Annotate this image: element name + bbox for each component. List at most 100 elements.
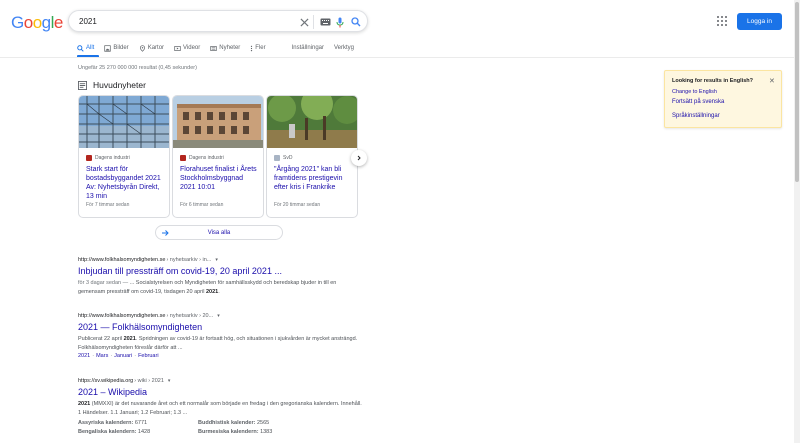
tab-label: Videor [183,45,201,51]
sitelink[interactable]: 2021 [78,353,90,359]
image-icon [104,44,111,52]
tab-label: Fler [255,45,266,51]
close-icon[interactable] [297,15,311,29]
tab-images[interactable]: Bilder [104,43,129,53]
snippet-highlight: 2021 [78,401,91,407]
wiki-facts: Assyriska kalendern: 6771 Buddhistisk ka… [78,419,363,437]
result-url[interactable]: http://www.folkhalsomyndigheten.se › nyh… [78,257,363,263]
result-snippet: 2021 (MMXXI) är det nuvarande året och e… [78,400,363,417]
search-result: http://www.folkhalsomyndigheten.se › nyh… [78,313,363,359]
fact-label: Bengaliska kalendern: [78,429,137,435]
apps-grid-icon[interactable] [717,16,727,26]
chevron-down-icon[interactable]: ▾ [215,257,218,263]
news-source: SvD [274,155,292,161]
search-icon[interactable] [349,15,363,29]
snippet-text: (MMXXI) är det nuvarande året och ett no… [78,401,362,416]
news-card[interactable]: Dagens industri Florahuset finalist i År… [172,95,264,218]
news-card[interactable]: Dagens industri Stark start för bostadsb… [78,95,170,218]
result-url[interactable]: http://www.folkhalsomyndigheten.se › nyh… [78,313,363,319]
snippet-text: Publicerat 22 april [78,336,124,342]
tab-news[interactable]: Nyheter [210,43,240,53]
result-title[interactable]: 2021 — Folkhälsomyndigheten [78,322,363,333]
search-result: http://www.folkhalsomyndigheten.se › nyh… [78,257,363,296]
fact: Bengaliska kalendern: 1428 [78,428,198,437]
fact: Burmesiska kalendern: 1383 [198,428,348,437]
sitelink[interactable]: Januari [114,353,132,359]
arrow-right-icon [162,230,169,236]
search-divider [313,15,314,29]
news-image-vineyard [267,96,357,148]
video-icon [174,45,181,51]
search-box[interactable] [68,10,368,32]
news-source-name: Dagens industri [189,155,224,161]
snippet-highlight: 2021 [123,336,136,342]
news-image-building [173,96,263,148]
tab-videos[interactable]: Videor [174,43,200,53]
news-source-name: SvD [283,155,293,161]
tab-label: Inställningar [291,45,324,51]
result-date: för 3 dagar sedan — [78,280,129,286]
result-path: › wiki › 2021 [134,378,164,384]
result-path: › nyhetsarkiv › 20... [166,313,214,319]
top-stories-title: Huvudnyheter [93,80,146,90]
scrollbar-thumb[interactable] [795,2,799,182]
news-source: Dagens industri [180,155,224,161]
language-settings-link[interactable]: Språkinställningar [672,113,720,119]
tab-all[interactable]: Allt [77,43,94,53]
result-domain: http://www.folkhalsomyndigheten.se [78,257,166,263]
result-url[interactable]: https://sv.wikipedia.org › wiki › 2021 ▾ [78,378,363,384]
news-time: För 6 timmar sedan [180,202,224,208]
view-all-label: Visa alla [207,229,231,236]
top-stories-heading: Huvudnyheter [78,80,146,90]
language-heading: Looking for results in English? [672,78,753,84]
change-language-link[interactable]: Change to English [672,89,717,95]
fact-label: Buddhistisk kalender: [198,420,256,426]
sitelink[interactable]: Februari [138,353,158,359]
news-title[interactable]: "Årgång 2021" kan bli framtidens prestig… [274,165,354,192]
continue-swedish-link[interactable]: Fortsätt på svenska [672,99,724,105]
logo-letter: e [53,13,63,32]
keyboard-icon[interactable] [318,15,332,29]
tab-label: Verktyg [334,45,355,51]
sitelink[interactable]: Mars [96,353,108,359]
chevron-down-icon[interactable]: ▾ [168,378,171,384]
chevron-down-icon[interactable]: ▾ [217,313,220,319]
next-stories-button[interactable] [351,150,367,166]
mic-icon[interactable] [333,15,347,29]
tab-label: Allt [86,45,95,51]
fact: Assyriska kalendern: 6771 [78,419,198,428]
tab-label: Kartor [147,45,165,51]
news-title[interactable]: Stark start för bostadsbyggandet 2021 Av… [86,165,166,201]
close-icon[interactable]: ✕ [769,77,775,85]
search-input[interactable] [79,14,279,29]
result-title[interactable]: 2021 – Wikipedia [78,387,363,398]
chevron-right-icon [357,155,361,161]
news-icon [78,80,87,90]
view-all-button[interactable]: Visa alla [155,225,283,240]
login-button[interactable]: Logga in [737,13,782,30]
result-snippet: Publicerat 22 april 2021. Spridningen av… [78,335,363,352]
logo-letter: g [41,13,51,32]
sitelinks: 2021 · Mars · Januari · Februari [78,353,159,359]
result-title[interactable]: Inbjudan till pressträff om covid-19, 20… [78,266,363,277]
news-source: Dagens industri [86,155,130,161]
logo-letter: G [11,13,24,32]
news-title[interactable]: Florahuset finalist i Årets Stockholmsby… [180,165,260,192]
logo-letter: o [23,13,33,32]
result-stats: Ungefär 25 270 000 000 resultat (0,45 se… [78,65,197,71]
tabs-divider [0,57,800,58]
tab-more[interactable]: Fler [250,43,266,53]
fact-label: Assyriska kalendern: [78,420,134,426]
snippet-highlight: 2021 [206,288,219,295]
google-logo[interactable]: Google [11,13,63,33]
more-icon [251,45,253,51]
search-tabs: Allt Bilder Kartor Videor Nyheter Fler I… [77,43,364,53]
news-card[interactable]: SvD "Årgång 2021" kan bli framtidens pre… [266,95,358,218]
result-domain: https://sv.wikipedia.org [78,378,134,384]
tab-tools[interactable]: Verktyg [334,43,354,53]
tab-settings[interactable]: Inställningar [292,43,324,53]
fact-value: 6771 [134,420,148,426]
fact-value: 1428 [137,429,151,435]
fact: Buddhistisk kalender: 2565 [198,419,348,428]
tab-maps[interactable]: Kartor [139,43,164,53]
